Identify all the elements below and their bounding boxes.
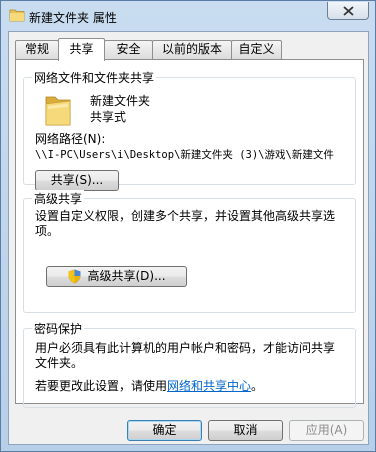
advanced-sharing-title: 高级共享 <box>32 190 85 207</box>
network-sharing-title: 网络文件和文件夹共享 <box>32 69 157 86</box>
tab-sharing[interactable]: 共享 <box>58 38 105 61</box>
network-center-sentence: 若要更改此设置，请使用网络和共享中心。 <box>35 377 263 394</box>
folder-icon <box>9 9 25 22</box>
advanced-sharing-description: 设置自定义权限，创建多个共享，并设置其他高级共享选项。 <box>35 209 336 238</box>
sharing-page: 网络文件和文件夹共享 新建文件夹 共享式 网络路径(N): \\I-PC\Use… <box>15 59 364 408</box>
change-setting-text: 若要更改此设置，请使用 <box>35 379 168 393</box>
close-icon <box>343 6 354 16</box>
apply-button[interactable]: 应用(A) <box>289 420 364 441</box>
uac-shield-icon <box>68 269 81 284</box>
ok-button[interactable]: 确定 <box>127 420 202 441</box>
cancel-button[interactable]: 取消 <box>208 420 283 441</box>
network-path-value: \\I-PC\Users\i\Desktop\新建文件夹 (3)\游戏\新建文件 <box>35 149 334 161</box>
password-protection-group: 密码保护 用户必须具有此计算机的用户帐户和密码，才能访问共享文件夹。 若要更改此… <box>23 320 356 408</box>
tab-customize[interactable]: 自定义 <box>231 40 282 59</box>
tab-security[interactable]: 安全 <box>104 40 153 59</box>
close-button[interactable] <box>327 2 369 20</box>
sentence-period: 。 <box>251 379 264 393</box>
advanced-sharing-button[interactable]: 高级共享(D)... <box>46 266 187 287</box>
folder-name: 新建文件夹 <box>90 94 151 108</box>
network-sharing-group: 网络文件和文件夹共享 新建文件夹 共享式 网络路径(N): \\I-PC\Use… <box>23 69 356 191</box>
title-bar[interactable]: 新建文件夹 属性 <box>1 1 375 31</box>
folder-icon <box>45 96 71 126</box>
tab-general[interactable]: 常规 <box>15 40 59 59</box>
network-sharing-center-link[interactable]: 网络和共享中心 <box>167 379 251 393</box>
network-path-label: 网络路径(N): <box>35 132 106 146</box>
tab-previous-versions[interactable]: 以前的版本 <box>152 40 232 59</box>
share-status: 共享式 <box>90 110 127 124</box>
password-protection-description: 用户必须具有此计算机的用户帐户和密码，才能访问共享文件夹。 <box>35 341 336 370</box>
dialog-body: 常规 共享 安全 以前的版本 自定义 网络文件和文件夹共享 新建文件夹 共享式 … <box>8 31 369 445</box>
share-button[interactable]: 共享(S)... <box>35 170 119 191</box>
properties-window: 新建文件夹 属性 常规 共享 安全 以前的版本 自定义 网络文件和文件夹共享 新… <box>0 0 376 452</box>
advanced-sharing-button-label: 高级共享(D)... <box>87 269 166 283</box>
advanced-sharing-group: 高级共享 设置自定义权限，创建多个共享，并设置其他高级共享选项。 高级共享(D)… <box>23 190 356 313</box>
window-title: 新建文件夹 属性 <box>29 11 117 25</box>
password-protection-title: 密码保护 <box>32 320 85 337</box>
